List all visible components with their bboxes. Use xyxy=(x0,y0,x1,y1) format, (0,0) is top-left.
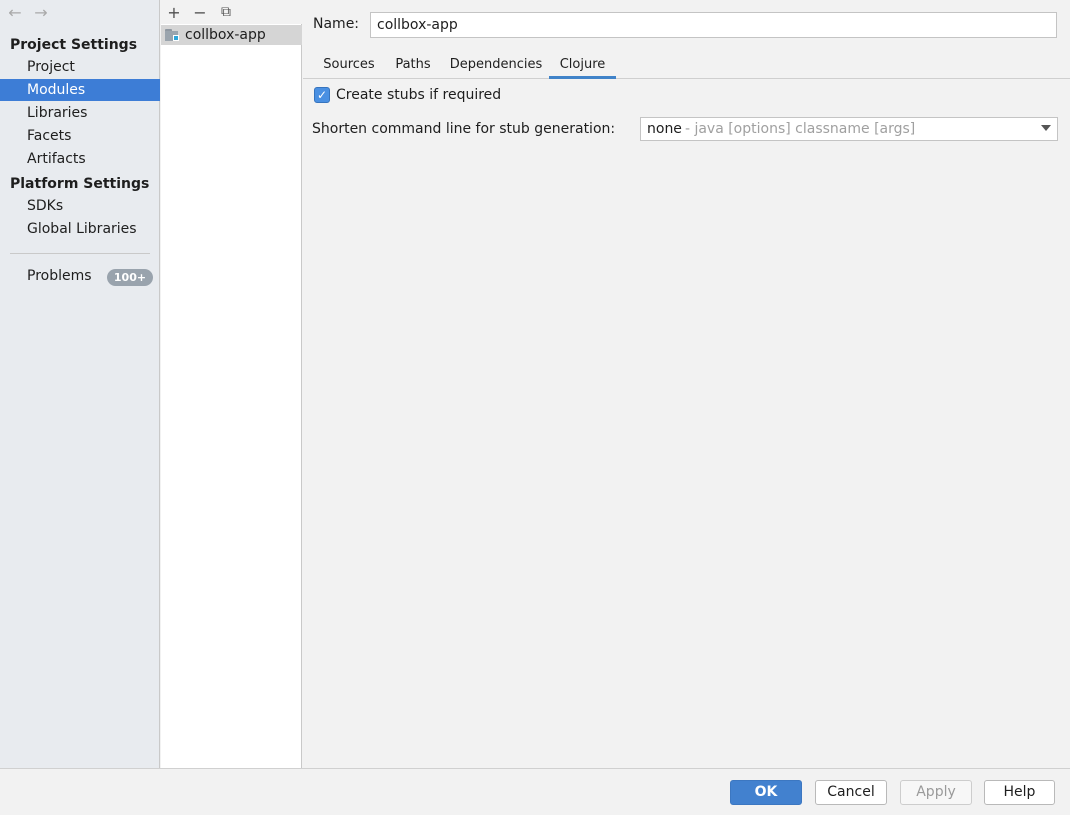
tab-clojure[interactable]: Clojure xyxy=(549,51,616,79)
module-tabs: Sources Paths Dependencies Clojure xyxy=(303,51,1070,79)
platform-settings-heading: Platform Settings xyxy=(10,176,150,192)
sidebar-item-global-libraries[interactable]: Global Libraries xyxy=(0,218,160,240)
dropdown-arrow-icon xyxy=(1041,125,1051,131)
shorten-command-select[interactable]: none - java [options] classname [args] xyxy=(640,117,1058,141)
dialog-button-bar: OK Cancel Apply Help xyxy=(0,768,1070,815)
tab-dependencies[interactable]: Dependencies xyxy=(446,51,546,79)
shorten-command-label: Shorten command line for stub generation… xyxy=(312,121,616,137)
module-item-collbox-app[interactable]: collbox-app xyxy=(161,25,302,45)
sidebar-item-artifacts[interactable]: Artifacts xyxy=(0,148,160,170)
tab-sources[interactable]: Sources xyxy=(316,51,382,79)
help-button[interactable]: Help xyxy=(984,780,1055,805)
project-settings-heading: Project Settings xyxy=(10,37,138,53)
shorten-command-description: - java [options] classname [args] xyxy=(684,121,916,137)
copy-icon[interactable]: ⧉ xyxy=(215,1,237,23)
sidebar-item-libraries[interactable]: Libraries xyxy=(0,102,160,124)
add-icon[interactable]: + xyxy=(163,1,185,23)
module-list-panel: + − ⧉ collbox-app xyxy=(161,0,302,768)
create-stubs-label: Create stubs if required xyxy=(336,87,502,103)
create-stubs-checkbox[interactable]: ✓ xyxy=(314,87,330,103)
sidebar-divider xyxy=(10,253,150,254)
module-folder-icon xyxy=(164,28,180,42)
module-item-label: collbox-app xyxy=(185,27,266,43)
shorten-command-value: none xyxy=(647,121,682,137)
back-arrow-icon[interactable]: ← xyxy=(6,2,24,24)
ok-button[interactable]: OK xyxy=(730,780,802,805)
settings-sidebar: ← → Project Settings Project Modules Lib… xyxy=(0,0,160,768)
sidebar-item-modules[interactable]: Modules xyxy=(0,79,160,101)
remove-icon[interactable]: − xyxy=(189,1,211,23)
nav-arrows: ← → xyxy=(6,2,50,24)
module-toolbar: + − ⧉ xyxy=(161,0,302,24)
module-name-input[interactable] xyxy=(370,12,1057,38)
apply-button[interactable]: Apply xyxy=(900,780,972,805)
module-settings-panel: Name: Sources Paths Dependencies Clojure… xyxy=(303,0,1070,768)
cancel-button[interactable]: Cancel xyxy=(815,780,887,805)
sidebar-item-sdks[interactable]: SDKs xyxy=(0,195,160,217)
name-label: Name: xyxy=(313,16,360,32)
tab-paths[interactable]: Paths xyxy=(389,51,437,79)
sidebar-item-project[interactable]: Project xyxy=(0,56,160,78)
forward-arrow-icon[interactable]: → xyxy=(32,2,50,24)
sidebar-item-facets[interactable]: Facets xyxy=(0,125,160,147)
problems-count-badge: 100+ xyxy=(107,269,153,286)
create-stubs-row[interactable]: ✓ Create stubs if required xyxy=(314,87,501,103)
